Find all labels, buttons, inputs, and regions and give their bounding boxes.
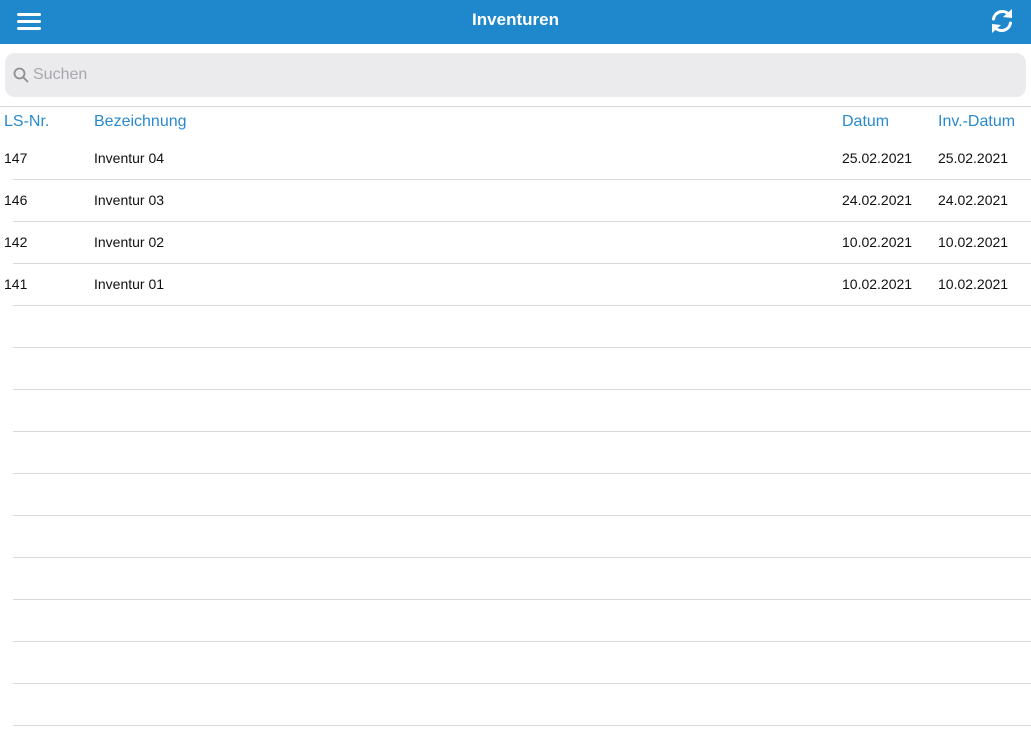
- bezeichnung-cell: Inventur 04: [94, 150, 165, 166]
- empty-row: [0, 642, 1031, 684]
- ls-nr-cell: 146: [4, 192, 28, 208]
- column-header-bezeichnung[interactable]: Bezeichnung: [94, 113, 187, 131]
- search-input[interactable]: [33, 61, 1013, 89]
- table-row[interactable]: 142 Inventur 02 10.02.2021 10.02.2021: [0, 222, 1031, 264]
- page-title: Inventuren: [472, 10, 559, 29]
- datum-cell: 10.02.2021: [842, 234, 913, 250]
- bezeichnung-cell: Inventur 02: [94, 234, 165, 250]
- datum-cell: 25.02.2021: [842, 150, 913, 166]
- search-bar: [5, 53, 1026, 97]
- ls-nr-cell: 141: [4, 276, 28, 292]
- column-header-inv-datum[interactable]: Inv.-Datum: [938, 113, 1015, 131]
- bezeichnung-cell: Inventur 03: [94, 192, 165, 208]
- bezeichnung-cell: Inventur 01: [94, 276, 165, 292]
- inv-datum-cell: 10.02.2021: [938, 276, 1009, 292]
- empty-row: [0, 474, 1031, 516]
- inv-datum-cell: 25.02.2021: [938, 150, 1009, 166]
- refresh-icon[interactable]: [987, 6, 1017, 36]
- inv-datum-cell: 10.02.2021: [938, 234, 1009, 250]
- inv-datum-cell: 24.02.2021: [938, 192, 1009, 208]
- empty-row: [0, 432, 1031, 474]
- empty-row: [0, 390, 1031, 432]
- empty-row: [0, 516, 1031, 558]
- empty-row: [0, 348, 1031, 390]
- inventory-list: 147 Inventur 04 25.02.2021 25.02.2021 14…: [0, 138, 1031, 726]
- header-divider: [0, 106, 1031, 107]
- datum-cell: 10.02.2021: [842, 276, 913, 292]
- ls-nr-cell: 147: [4, 150, 28, 166]
- table-row[interactable]: 146 Inventur 03 24.02.2021 24.02.2021: [0, 180, 1031, 222]
- column-header-datum[interactable]: Datum: [842, 113, 889, 131]
- empty-row: [0, 306, 1031, 348]
- search-icon: [13, 67, 29, 83]
- table-row[interactable]: 141 Inventur 01 10.02.2021 10.02.2021: [0, 264, 1031, 306]
- table-row[interactable]: 147 Inventur 04 25.02.2021 25.02.2021: [0, 138, 1031, 180]
- empty-row: [0, 684, 1031, 726]
- ls-nr-cell: 142: [4, 234, 28, 250]
- empty-row: [0, 600, 1031, 642]
- empty-row: [0, 558, 1031, 600]
- datum-cell: 24.02.2021: [842, 192, 913, 208]
- column-header-ls-nr[interactable]: LS-Nr.: [4, 113, 49, 131]
- top-navigation-bar: Inventuren: [0, 0, 1031, 44]
- row-divider: [13, 725, 1031, 726]
